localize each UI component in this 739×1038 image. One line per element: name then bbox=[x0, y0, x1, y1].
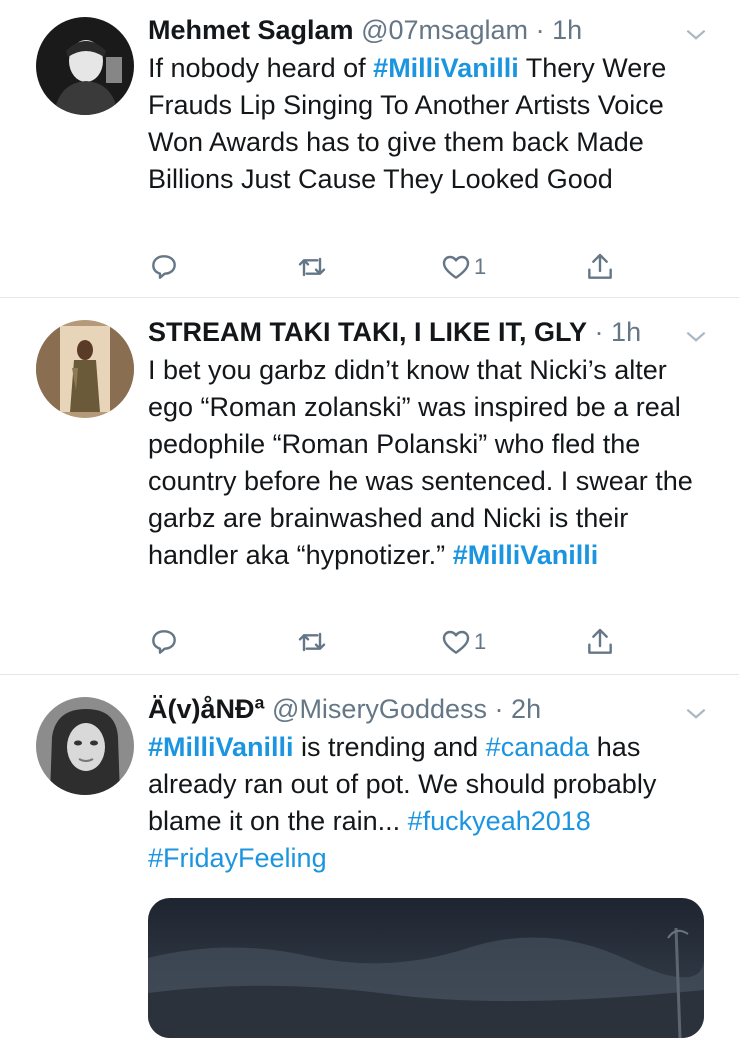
retweet-button[interactable] bbox=[296, 625, 328, 659]
hashtag-link[interactable]: #FridayFeeling bbox=[148, 843, 327, 873]
tweet-text: #MilliVanilli is trending and #canada ha… bbox=[148, 729, 709, 877]
like-count: 1 bbox=[474, 629, 487, 654]
chevron-down-icon[interactable] bbox=[683, 22, 709, 48]
tweet-media[interactable] bbox=[148, 898, 704, 1038]
hashtag-link[interactable]: #MilliVanilli bbox=[148, 732, 294, 762]
like-button[interactable]: 1 bbox=[440, 625, 486, 659]
reply-icon bbox=[152, 255, 176, 279]
separator-dot: · bbox=[494, 694, 504, 724]
tweet-1[interactable]: Mehmet Saglam @07msaglam · 1h If nobody … bbox=[0, 0, 739, 298]
tweet-text-segment: If nobody heard of bbox=[148, 53, 374, 83]
hashtag-link[interactable]: #canada bbox=[486, 732, 590, 762]
separator-dot: · bbox=[594, 317, 604, 347]
retweet-icon bbox=[298, 632, 326, 652]
chevron-down-icon[interactable] bbox=[683, 324, 709, 350]
share-button[interactable] bbox=[584, 625, 616, 659]
tweet-text-segment: I bet you garbz didn’t know that Nicki’s… bbox=[148, 355, 693, 570]
timestamp[interactable]: 1h bbox=[611, 317, 641, 347]
reply-button[interactable] bbox=[148, 625, 180, 659]
tweet-2[interactable]: STREAM TAKI TAKI, I LIKE IT, GLY · 1h I … bbox=[0, 298, 739, 675]
avatar[interactable] bbox=[36, 697, 134, 795]
hashtag-link[interactable]: #fuckyeah2018 bbox=[408, 806, 591, 836]
tweet-text-segment: is trending and bbox=[293, 732, 486, 762]
share-icon bbox=[588, 253, 612, 279]
author-name[interactable]: Ä(v)åNÐª bbox=[148, 694, 265, 724]
reply-button[interactable] bbox=[148, 250, 180, 284]
heart-icon bbox=[442, 630, 470, 654]
retweet-icon bbox=[298, 257, 326, 277]
like-count: 1 bbox=[474, 254, 487, 279]
hashtag-link[interactable]: #MilliVanilli bbox=[373, 53, 519, 83]
avatar[interactable] bbox=[36, 17, 134, 115]
heart-icon bbox=[442, 255, 470, 279]
chevron-down-icon[interactable] bbox=[683, 701, 709, 727]
author-handle[interactable]: @07msaglam bbox=[361, 15, 528, 45]
separator-dot: · bbox=[535, 15, 545, 45]
retweet-button[interactable] bbox=[296, 250, 328, 284]
avatar[interactable] bbox=[36, 320, 134, 418]
share-icon bbox=[588, 628, 612, 654]
like-button[interactable]: 1 bbox=[440, 250, 486, 284]
timestamp[interactable]: 2h bbox=[511, 694, 541, 724]
reply-icon bbox=[152, 630, 176, 654]
share-button[interactable] bbox=[584, 250, 616, 284]
tweet-text: If nobody heard of #MilliVanilli Thery W… bbox=[148, 50, 709, 198]
tweet-text: I bet you garbz didn’t know that Nicki’s… bbox=[148, 352, 709, 574]
hashtag-link[interactable]: #MilliVanilli bbox=[453, 540, 599, 570]
author-handle[interactable]: @MiseryGoddess bbox=[272, 694, 487, 724]
timestamp[interactable]: 1h bbox=[552, 15, 582, 45]
author-name[interactable]: Mehmet Saglam bbox=[148, 15, 354, 45]
author-name[interactable]: STREAM TAKI TAKI, I LIKE IT, GLY bbox=[148, 317, 587, 347]
